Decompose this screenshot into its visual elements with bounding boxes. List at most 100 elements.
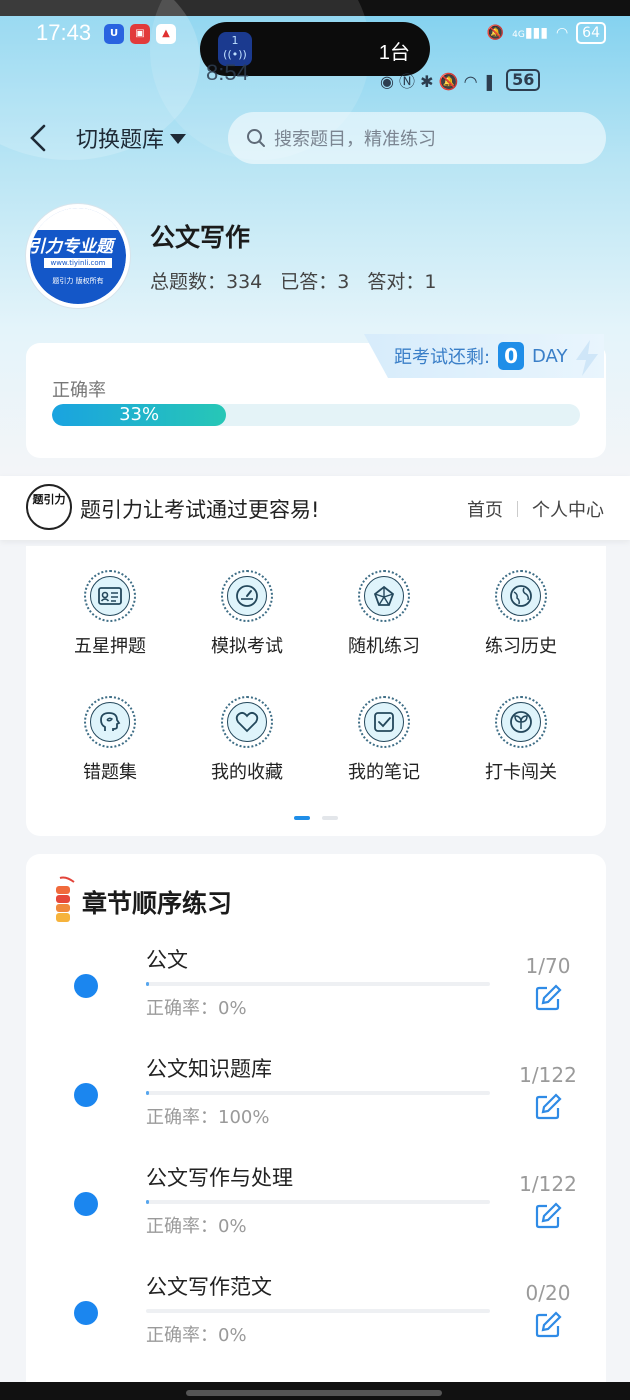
chapter-count: 1/122	[519, 1063, 577, 1087]
accuracy-progress-fill: 33%	[52, 404, 227, 426]
brand-slogan: 题引力让考试通过更容易!	[80, 498, 320, 522]
chapter-row[interactable]: 公文知识题库 正确率：100% 1/122	[26, 1053, 606, 1153]
switch-bank-label: 切换题库	[76, 128, 165, 153]
subject-stats: 总题数：334 已答：3 答对：1	[150, 267, 436, 294]
app-icon: U	[104, 24, 124, 44]
chapter-name: 公文写作范文	[146, 1275, 272, 1299]
chapter-count: 0/20	[525, 1281, 571, 1305]
top-nav: 切换题库 搜索题目，精准练习	[0, 112, 630, 164]
menu-item-favorites[interactable]: 我的收藏	[187, 696, 307, 784]
chapter-name: 公文	[146, 948, 188, 972]
chapter-bullet	[74, 1083, 98, 1107]
chapter-progress-bar	[146, 1309, 490, 1313]
exam-countdown-badge: 距考试还剩: 0 DAY	[364, 334, 604, 378]
switch-bank-button[interactable]: 切换题库	[76, 122, 187, 154]
edit-icon[interactable]	[534, 1093, 562, 1121]
chapter-bullet	[74, 1301, 98, 1325]
menu-item-random-practice[interactable]: 随机练习	[324, 570, 444, 658]
island-count: 1台	[378, 42, 410, 64]
section-title: 章节顺序练习	[82, 889, 233, 918]
battery-icon: 64	[576, 22, 606, 44]
chapter-accuracy: 正确率：100%	[146, 1107, 270, 1128]
correct-count: 答对：1	[367, 271, 437, 293]
accuracy-progress-bar: 33%	[52, 404, 580, 426]
page-dot[interactable]	[322, 816, 338, 820]
menu-item-notes[interactable]: 我的笔记	[324, 696, 444, 784]
page-indicator	[294, 816, 338, 820]
countdown-unit: DAY	[532, 345, 568, 367]
logo-url: www.tiyinli.com	[44, 258, 112, 268]
firecracker-icon	[56, 876, 75, 922]
chapter-name: 公文写作与处理	[146, 1166, 293, 1190]
chevron-left-icon	[30, 124, 46, 152]
menu-label: 我的笔记	[348, 762, 420, 783]
search-input[interactable]: 搜索题目，精准练习	[228, 112, 606, 164]
chapter-name: 公文知识题库	[146, 1057, 272, 1081]
logo-text: 引力专业题	[28, 237, 113, 257]
menu-label: 模拟考试	[211, 636, 283, 657]
home-link[interactable]: 首页	[467, 496, 503, 522]
checkbox-icon	[364, 702, 404, 742]
status-bar: 17:43 U ▣ ▲ 1 ((•)) 1台 🔕 4G▮▮▮ ◠ 64 8:54 …	[0, 16, 630, 91]
profile-link[interactable]: 个人中心	[532, 496, 604, 522]
page-dot-active[interactable]	[294, 816, 310, 820]
status-app-icons: U ▣ ▲	[104, 24, 176, 44]
chapter-progress-bar	[146, 1200, 490, 1204]
edit-icon[interactable]	[534, 1202, 562, 1230]
answered-count: 已答：3	[280, 271, 350, 293]
edit-icon[interactable]	[534, 984, 562, 1012]
status-time: 17:43	[36, 20, 92, 45]
id-card-icon	[90, 576, 130, 616]
home-indicator[interactable]	[186, 1390, 442, 1396]
divider	[517, 501, 518, 517]
accuracy-label: 正确率	[52, 380, 106, 401]
chapter-row[interactable]: 公文 正确率：0% 1/70	[26, 944, 606, 1044]
menu-label: 错题集	[83, 762, 137, 783]
caret-down-icon	[170, 134, 187, 144]
chapter-row[interactable]: 公文写作与处理 正确率：0% 1/122	[26, 1162, 606, 1262]
edit-icon[interactable]	[534, 1311, 562, 1339]
menu-label: 我的收藏	[211, 762, 283, 783]
countdown-label: 距考试还剩:	[394, 347, 491, 368]
countdown-days: 0	[498, 342, 524, 370]
chapter-row[interactable]: 公文写作范文 正确率：0% 0/20	[26, 1271, 606, 1371]
subject-logo: 引力专业题 www.tiyinli.com 题引力 版权所有	[26, 204, 130, 308]
chapter-progress-bar	[146, 982, 490, 986]
lightning-icon	[576, 340, 598, 376]
sprout-icon	[501, 702, 541, 742]
back-button[interactable]	[26, 122, 54, 154]
total-questions: 总题数：334	[150, 271, 263, 293]
app-icon: ▲	[156, 24, 176, 44]
search-placeholder: 搜索题目，精准练习	[274, 129, 436, 150]
chapter-accuracy: 正确率：0%	[146, 998, 247, 1019]
gauge-icon	[227, 576, 267, 616]
menu-item-mock-exam[interactable]: 模拟考试	[187, 570, 307, 658]
menu-label: 五星押题	[74, 636, 146, 657]
brand-links: 首页 个人中心	[467, 496, 604, 522]
menu-label: 练习历史	[485, 636, 557, 657]
menu-item-check-in[interactable]: 打卡闯关	[461, 696, 581, 784]
search-icon	[247, 129, 265, 147]
overlay-status: ◉ Ⓝ ✱ 🔕 ◠ ❚ 56	[380, 68, 541, 92]
network-icon	[364, 576, 404, 616]
brand-bar: 题引力 题引力让考试通过更容易! 首页 个人中心	[0, 476, 630, 540]
overlay-battery-icon: 56	[506, 69, 541, 91]
overlay-status-icons: ◉ Ⓝ ✱ 🔕 ◠ ❚	[380, 72, 497, 91]
chapter-accuracy: 正确率：0%	[146, 1216, 247, 1237]
signal-icon: 4G▮▮▮	[512, 25, 548, 41]
menu-item-history[interactable]: 练习历史	[461, 570, 581, 658]
app-icon: ▣	[130, 24, 150, 44]
menu-label: 随机练习	[348, 636, 420, 657]
chapter-count: 1/70	[525, 954, 571, 978]
feature-menu: 五星押题 模拟考试 随机练习 练习历史 错题集 我的收藏 我的笔记 打卡闯关	[26, 546, 606, 836]
wifi-icon: ◠	[555, 25, 569, 41]
brand-logo: 题引力	[26, 484, 72, 530]
status-right: 🔕 4G▮▮▮ ◠ 64	[487, 22, 606, 44]
chapter-count: 1/122	[519, 1172, 577, 1196]
brain-icon	[90, 702, 130, 742]
menu-item-wrong-questions[interactable]: 错题集	[50, 696, 170, 784]
subject-title: 公文写作	[150, 223, 251, 252]
chapter-bullet	[74, 1192, 98, 1216]
menu-item-five-star[interactable]: 五星押题	[50, 570, 170, 658]
mute-icon: 🔕	[486, 25, 505, 41]
